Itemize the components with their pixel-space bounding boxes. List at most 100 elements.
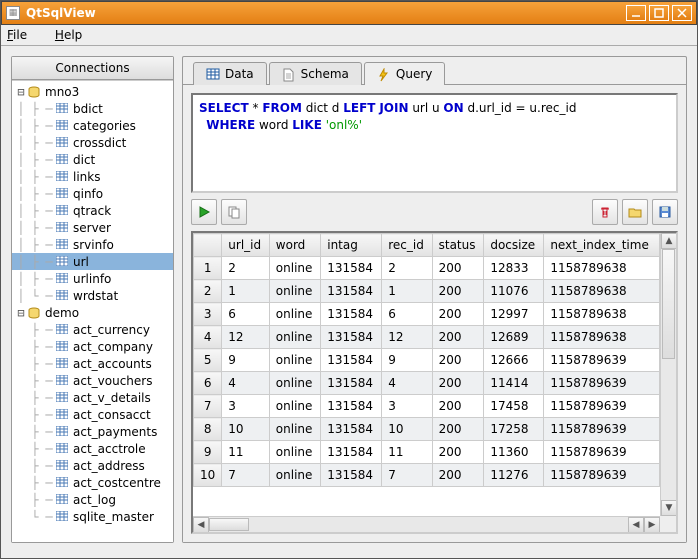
cell[interactable]: 1158789639 xyxy=(544,464,660,487)
cell[interactable]: 1158789639 xyxy=(544,441,660,464)
tree-table-act_costcentre[interactable]: ├─act_costcentre xyxy=(12,474,173,491)
cell[interactable]: online xyxy=(269,464,320,487)
cell[interactable]: 11 xyxy=(382,441,432,464)
tree-table-wrdstat[interactable]: │└─wrdstat xyxy=(12,287,173,304)
cell[interactable]: 1158789639 xyxy=(544,372,660,395)
tab-query[interactable]: Query xyxy=(364,62,445,85)
vertical-scrollbar[interactable]: ▲ ▼ xyxy=(660,233,676,516)
tree-db-demo[interactable]: ⊟demo xyxy=(12,304,173,321)
cell[interactable]: online xyxy=(269,303,320,326)
table-row[interactable]: 12online1315842200128331158789638 xyxy=(194,257,660,280)
cell[interactable]: online xyxy=(269,441,320,464)
table-row[interactable]: 107online1315847200112761158789639 xyxy=(194,464,660,487)
tab-schema[interactable]: Schema xyxy=(269,62,362,85)
row-header[interactable]: 2 xyxy=(194,280,222,303)
tree-table-act_log[interactable]: ├─act_log xyxy=(12,491,173,508)
scroll-thumb-h[interactable] xyxy=(209,518,249,531)
table-row[interactable]: 911online13158411200113601158789639 xyxy=(194,441,660,464)
titlebar[interactable]: ▦ QtSqlView xyxy=(1,1,697,25)
table-row[interactable]: 412online13158412200126891158789638 xyxy=(194,326,660,349)
cell[interactable]: 6 xyxy=(382,303,432,326)
tree-table-sqlite_master[interactable]: └─sqlite_master xyxy=(12,508,173,525)
tree-table-act_consacct[interactable]: ├─act_consacct xyxy=(12,406,173,423)
tree-table-server[interactable]: │├─server xyxy=(12,219,173,236)
cell[interactable]: 200 xyxy=(432,349,484,372)
save-button[interactable] xyxy=(652,199,678,225)
results-table[interactable]: url_idwordintagrec_idstatusdocsizenext_i… xyxy=(193,233,660,487)
cell[interactable]: online xyxy=(269,257,320,280)
cell[interactable]: 200 xyxy=(432,395,484,418)
cell[interactable]: 12689 xyxy=(484,326,544,349)
col-header[interactable]: intag xyxy=(321,234,382,257)
cell[interactable]: 10 xyxy=(222,418,270,441)
maximize-button[interactable] xyxy=(649,5,669,21)
col-header[interactable]: next_index_time xyxy=(544,234,660,257)
cell[interactable]: 131584 xyxy=(321,326,382,349)
cell[interactable]: 131584 xyxy=(321,280,382,303)
col-header[interactable]: word xyxy=(269,234,320,257)
cell[interactable]: 1158789639 xyxy=(544,418,660,441)
tree-table-act_payments[interactable]: ├─act_payments xyxy=(12,423,173,440)
cell[interactable]: 131584 xyxy=(321,395,382,418)
run-query-button[interactable] xyxy=(191,199,217,225)
cell[interactable]: 3 xyxy=(222,395,270,418)
tree-table-act_vouchers[interactable]: ├─act_vouchers xyxy=(12,372,173,389)
cell[interactable]: 200 xyxy=(432,372,484,395)
cell[interactable]: 200 xyxy=(432,257,484,280)
cell[interactable]: 131584 xyxy=(321,441,382,464)
cell[interactable]: 131584 xyxy=(321,464,382,487)
cell[interactable]: 6 xyxy=(222,303,270,326)
row-header[interactable]: 10 xyxy=(194,464,222,487)
cell[interactable]: 11076 xyxy=(484,280,544,303)
cell[interactable]: 200 xyxy=(432,326,484,349)
horizontal-scrollbar[interactable]: ◀ ◀ ▶ xyxy=(193,516,660,532)
row-header[interactable]: 9 xyxy=(194,441,222,464)
cell[interactable]: 200 xyxy=(432,441,484,464)
cell[interactable]: 1 xyxy=(222,280,270,303)
table-row[interactable]: 36online1315846200129971158789638 xyxy=(194,303,660,326)
cell[interactable]: 11276 xyxy=(484,464,544,487)
cell[interactable]: online xyxy=(269,372,320,395)
cell[interactable]: online xyxy=(269,395,320,418)
cell[interactable]: 2 xyxy=(222,257,270,280)
cell[interactable]: 200 xyxy=(432,418,484,441)
cell[interactable]: 12 xyxy=(222,326,270,349)
tree-db-mno3[interactable]: ⊟mno3 xyxy=(12,83,173,100)
cell[interactable]: 1158789639 xyxy=(544,395,660,418)
cell[interactable]: 1158789639 xyxy=(544,349,660,372)
row-header[interactable]: 3 xyxy=(194,303,222,326)
cell[interactable]: 4 xyxy=(222,372,270,395)
col-header[interactable]: rec_id xyxy=(382,234,432,257)
cell[interactable]: 9 xyxy=(222,349,270,372)
scroll-right2-button[interactable]: ▶ xyxy=(644,517,660,533)
row-header[interactable]: 5 xyxy=(194,349,222,372)
cell[interactable]: 12 xyxy=(382,326,432,349)
cell[interactable]: 11 xyxy=(222,441,270,464)
cell[interactable]: 1158789638 xyxy=(544,303,660,326)
cell[interactable]: 17458 xyxy=(484,395,544,418)
cell[interactable]: 2 xyxy=(382,257,432,280)
tree-table-categories[interactable]: │├─categories xyxy=(12,117,173,134)
table-row[interactable]: 64online1315844200114141158789639 xyxy=(194,372,660,395)
tree-table-act_currency[interactable]: ├─act_currency xyxy=(12,321,173,338)
tree-table-act_acctrole[interactable]: ├─act_acctrole xyxy=(12,440,173,457)
cell[interactable]: 4 xyxy=(382,372,432,395)
row-header[interactable]: 6 xyxy=(194,372,222,395)
minimize-button[interactable] xyxy=(626,5,646,21)
cell[interactable]: 17258 xyxy=(484,418,544,441)
cell[interactable]: online xyxy=(269,418,320,441)
corner-header[interactable] xyxy=(194,234,222,257)
tree-table-qtrack[interactable]: │├─qtrack xyxy=(12,202,173,219)
cell[interactable]: 131584 xyxy=(321,418,382,441)
cell[interactable]: 11360 xyxy=(484,441,544,464)
cell[interactable]: online xyxy=(269,326,320,349)
connections-tree[interactable]: ⊟mno3│├─bdict│├─categories│├─crossdict│├… xyxy=(12,80,173,542)
scroll-down-button[interactable]: ▼ xyxy=(661,500,677,516)
table-row[interactable]: 59online1315849200126661158789639 xyxy=(194,349,660,372)
scroll-up-button[interactable]: ▲ xyxy=(661,233,677,249)
tree-table-dict[interactable]: │├─dict xyxy=(12,151,173,168)
row-header[interactable]: 8 xyxy=(194,418,222,441)
col-header[interactable]: status xyxy=(432,234,484,257)
tree-table-act_company[interactable]: ├─act_company xyxy=(12,338,173,355)
open-button[interactable] xyxy=(622,199,648,225)
